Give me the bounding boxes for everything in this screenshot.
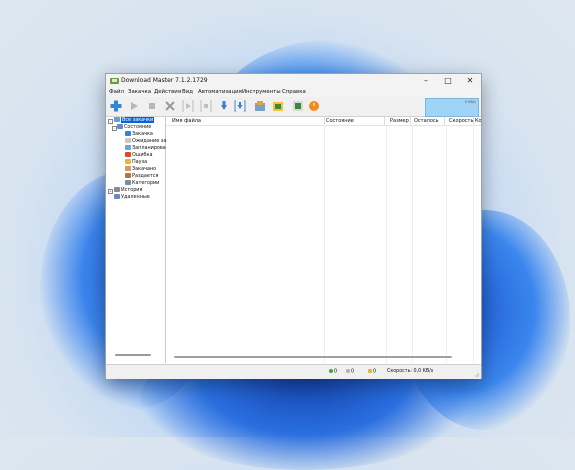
download-list[interactable]: Имя файла Состояние Размер Осталось Скор… (166, 117, 481, 363)
waiting-icon (346, 369, 350, 373)
categories-icon (125, 180, 131, 185)
column-speed[interactable]: Скорость (449, 117, 474, 125)
menu-actions[interactable]: Действия (154, 89, 181, 95)
status-active: 0 (329, 369, 337, 375)
column-state[interactable]: Состояние (326, 117, 385, 125)
error-icon (125, 152, 131, 157)
column-divider (386, 125, 387, 363)
add-download-icon[interactable] (110, 100, 122, 112)
waiting-icon (125, 138, 131, 143)
tree-item-downloading[interactable]: Закачка (125, 131, 153, 138)
app-icon (110, 78, 119, 84)
app-window: Download Master 7.1.2.1729 – □ ✕ Файл За… (105, 73, 482, 379)
tree-item-waiting[interactable]: Ожидание зак (125, 138, 169, 145)
status-speed: Скорость: 0,0 KB/s (387, 369, 434, 374)
column-divider (473, 125, 474, 363)
download-all-icon[interactable] (234, 100, 246, 112)
column-remaining[interactable]: Осталось (414, 117, 445, 125)
list-scrollbar[interactable] (174, 356, 452, 358)
tree-item-done[interactable]: Закачано (125, 166, 156, 173)
column-size[interactable]: Размер (390, 117, 411, 125)
scheduled-icon (125, 145, 131, 150)
folder-icon (114, 117, 120, 122)
delete-icon[interactable] (164, 100, 176, 112)
trash-icon (114, 194, 120, 199)
scheduler-icon[interactable] (292, 100, 304, 112)
menu-help[interactable]: Справка (282, 89, 306, 95)
state-icon (117, 124, 123, 129)
tree-item-categories[interactable]: Категории (125, 180, 159, 187)
downloading-icon (125, 131, 131, 136)
window-title: Download Master 7.1.2.1729 (121, 77, 208, 84)
menu-tools[interactable]: Инструменты (242, 89, 281, 95)
menu-download[interactable]: Закачка (128, 89, 151, 95)
site-manager-icon[interactable] (254, 100, 266, 112)
tree-item-error[interactable]: Ошибка (125, 152, 152, 159)
column-divider (412, 125, 413, 363)
tree-item-deleted[interactable]: Удаленные (114, 194, 150, 201)
stop-icon[interactable] (146, 100, 158, 112)
status-bar: 0 0 0 Скорость: 0,0 KB/s (106, 364, 481, 379)
seeding-icon (125, 173, 131, 178)
stop-queue-icon[interactable] (200, 100, 212, 112)
menu-file[interactable]: Файл (109, 89, 124, 95)
done-icon (125, 166, 131, 171)
active-icon (329, 369, 333, 373)
menu-bar: Файл Закачка Действия Вид Автоматизация … (106, 88, 481, 97)
column-divider (446, 125, 447, 363)
status-paused: 0 (368, 369, 376, 375)
status-waiting: 0 (346, 369, 354, 375)
tree-item-scheduled[interactable]: Запланирова (125, 145, 166, 152)
tree-scrollbar[interactable] (115, 354, 151, 356)
speed-graph: 0 KB/s (425, 98, 479, 117)
tree-item-seeding[interactable]: Раздается (125, 173, 158, 180)
maximize-button[interactable]: □ (437, 75, 459, 87)
close-button[interactable]: ✕ (459, 75, 481, 87)
column-divider (324, 125, 325, 363)
title-bar[interactable]: Download Master 7.1.2.1729 – □ ✕ (106, 74, 481, 88)
menu-automation[interactable]: Автоматизация (198, 89, 242, 95)
start-queue-icon[interactable] (182, 100, 194, 112)
column-filename[interactable]: Имя файла (172, 117, 325, 125)
speed-graph-label: 0 KB/s (464, 100, 476, 104)
tree-expander[interactable]: - (108, 119, 113, 124)
tree-item-history[interactable]: История (114, 187, 142, 194)
pause-icon (125, 159, 131, 164)
start-icon[interactable] (128, 100, 140, 112)
column-more[interactable]: Ко (475, 117, 481, 125)
move-down-icon[interactable] (218, 100, 230, 112)
resize-grip-icon[interactable] (473, 371, 479, 377)
tree-item-all[interactable]: Все закачки (114, 117, 155, 124)
paused-icon (368, 369, 372, 373)
tree-item-state[interactable]: Состояние (117, 124, 151, 131)
power-icon[interactable] (308, 100, 320, 112)
history-icon (114, 187, 120, 192)
video-grabber-icon[interactable] (272, 100, 284, 112)
menu-view[interactable]: Вид (182, 89, 193, 95)
category-tree: - Все закачки - Состояние Закачка Ожидан… (106, 117, 169, 363)
tree-item-pause[interactable]: Пауза (125, 159, 147, 166)
minimize-button[interactable]: – (415, 75, 437, 87)
toolbar: 0 KB/s (106, 97, 481, 117)
tree-expander[interactable]: + (108, 189, 113, 194)
